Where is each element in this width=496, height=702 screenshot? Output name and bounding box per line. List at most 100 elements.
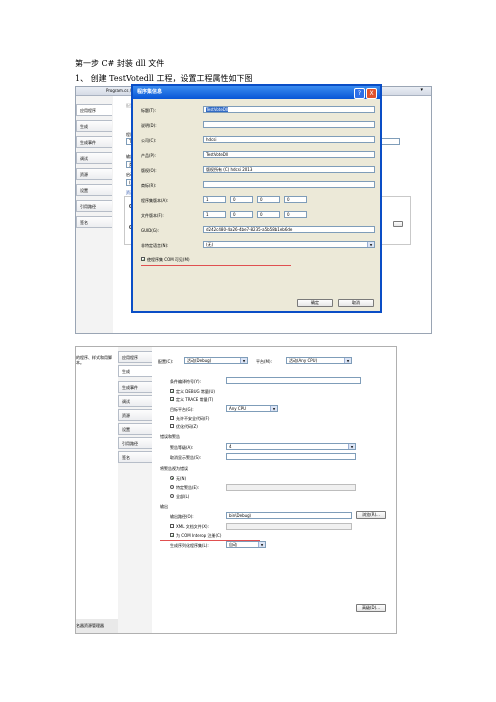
treat-warnings-section: 将警告视为错误	[160, 466, 188, 471]
xml-doc-label: XML 文档文件(X):	[176, 524, 209, 529]
file-version-revision[interactable]: 0	[284, 211, 307, 218]
treat-none-radio[interactable]	[170, 476, 174, 480]
sidebar-tab-resources[interactable]: 资源	[118, 409, 152, 421]
conditional-symbols-label: 条件编译符号(Y):	[170, 379, 201, 384]
sidebar-tab-settings[interactable]: 设置	[76, 184, 112, 196]
chevron-down-icon: ▼	[258, 542, 265, 547]
sidebar-tab-settings[interactable]: 设置	[118, 423, 152, 435]
properties-side-tabs: 应用程序 生成 生成事件 调试 资源 设置 引用路径 签名	[118, 347, 152, 633]
file-version-minor[interactable]: 0	[230, 211, 253, 218]
product-input[interactable]: TestVoteDll	[203, 151, 375, 158]
unsafe-code-checkbox[interactable]	[170, 416, 174, 420]
suppress-warnings-input[interactable]	[226, 453, 356, 460]
treat-specific-radio[interactable]	[170, 485, 174, 489]
icon-browse-button[interactable]	[393, 221, 403, 227]
assembly-version-minor[interactable]: 0	[230, 196, 253, 203]
platform-label: 平台(M):	[256, 359, 272, 364]
sidebar-tab-application[interactable]: 应用程序	[76, 104, 112, 116]
specific-warnings-input	[226, 484, 356, 491]
assembly-version-major[interactable]: 1	[203, 196, 226, 203]
serialization-label: 生成序列化程序集(L):	[170, 543, 209, 548]
neutral-language-select[interactable]: (无) ▼	[203, 241, 375, 248]
optimize-code-label: 优化代码(Z)	[176, 424, 198, 429]
treat-specific-label: 特定警告(E):	[176, 485, 199, 490]
field-label-title: 标题(T):	[141, 108, 156, 113]
assembly-version-build[interactable]: 0	[257, 196, 280, 203]
sidebar-tab-application[interactable]: 应用程序	[118, 351, 152, 363]
assembly-version-revision[interactable]: 0	[284, 196, 307, 203]
browse-button[interactable]: 浏览(R)...	[356, 511, 386, 519]
highlight-underline	[141, 265, 291, 266]
trademark-input[interactable]	[203, 181, 375, 188]
sidebar-tab-build-events[interactable]: 生成事件	[76, 136, 112, 148]
sidebar-tab-debug[interactable]: 调试	[76, 152, 112, 164]
file-version-build[interactable]: 0	[257, 211, 280, 218]
left-panel-text: 的程序、样式和用脚本。	[76, 355, 112, 365]
doc-title: 第一步 C# 封装 dll 文件	[75, 59, 165, 68]
com-visible-label: 使程序集 COM 可见(M)	[147, 257, 190, 262]
target-platform-label: 目标平台(G):	[170, 407, 194, 412]
advanced-button[interactable]: 高级(D)...	[356, 604, 386, 612]
sidebar-tab-build[interactable]: 生成	[118, 365, 152, 377]
errors-warnings-section: 错误和警告	[160, 434, 180, 439]
conditional-symbols-input[interactable]	[226, 377, 361, 384]
output-path-label: 输出路径(O):	[170, 514, 194, 519]
file-version-label: 文件版本(F):	[141, 213, 164, 218]
config-label: 配置(C):	[158, 359, 174, 364]
com-interop-label: 为 COM Interop 注册(C)	[176, 533, 222, 538]
chevron-down-icon: ▼	[270, 406, 277, 411]
sidebar-tab-debug[interactable]: 调试	[118, 395, 152, 407]
chevron-down-icon: ▼	[240, 358, 247, 363]
company-input[interactable]: hdcsi	[203, 136, 375, 143]
tab-dropdown-icon[interactable]: ▾	[420, 87, 423, 93]
optimize-code-checkbox[interactable]	[170, 424, 174, 428]
file-version-major[interactable]: 1	[203, 211, 226, 218]
config-select[interactable]: 活动(Debug) ▼	[184, 357, 248, 364]
chevron-down-icon: ▼	[348, 444, 355, 449]
description-input[interactable]	[203, 121, 375, 128]
define-debug-checkbox[interactable]: ✓	[170, 389, 174, 394]
guid-label: GUID(G):	[141, 228, 159, 233]
warning-level-label: 警告等级(A):	[170, 445, 194, 450]
neutral-language-label: 非特定语言(N):	[141, 243, 169, 248]
field-label-company: 公司(C):	[141, 138, 157, 143]
define-trace-label: 定义 TRACE 常量(T)	[176, 397, 214, 402]
serialization-select[interactable]: 自动 ▼	[226, 541, 266, 548]
field-label-copyright: 版权(O):	[141, 168, 157, 173]
sidebar-tab-resources[interactable]: 资源	[76, 168, 112, 180]
com-interop-checkbox[interactable]: ✓	[170, 533, 174, 538]
define-debug-label: 定义 DEBUG 常量(U)	[176, 389, 215, 394]
ok-button[interactable]: 确定	[297, 299, 333, 307]
com-visible-checkbox[interactable]: ✓	[141, 257, 145, 262]
cancel-button[interactable]: 取消	[338, 299, 374, 307]
platform-select[interactable]: 活动(Any CPU) ▼	[286, 357, 352, 364]
sidebar-tab-signing[interactable]: 签名	[76, 216, 112, 228]
treat-all-label: 全部(L)	[176, 494, 190, 499]
footer-panel-label: 名器资源管理器	[76, 619, 118, 633]
output-section: 输出	[160, 504, 168, 509]
help-icon[interactable]: ?	[354, 88, 365, 99]
sidebar-tab-reference-paths[interactable]: 引用路径	[76, 200, 112, 212]
properties-side-tabs: 应用程序 生成 生成事件 调试 资源 设置 引用路径 签名	[76, 96, 113, 333]
target-platform-select[interactable]: Any CPU ▼	[226, 405, 278, 412]
sidebar-tab-build-events[interactable]: 生成事件	[118, 381, 152, 393]
treat-all-radio[interactable]	[170, 494, 174, 498]
field-label-trademark: 商标(R):	[141, 183, 157, 188]
chevron-down-icon: ▼	[367, 242, 374, 247]
sidebar-tab-build[interactable]: 生成	[76, 120, 112, 132]
output-path-input[interactable]: bin\Debug\	[226, 512, 352, 519]
assembly-version-label: 程序集版本(A):	[141, 198, 169, 203]
assembly-info-dialog: 程序集信息 ? X 标题(T): TestVoteDll 说明(D): 公司(C…	[131, 84, 382, 313]
sidebar-tab-signing[interactable]: 签名	[118, 451, 152, 463]
unsafe-code-label: 允许不安全代码(F)	[176, 416, 210, 421]
define-trace-checkbox[interactable]: ✓	[170, 397, 174, 402]
copyright-input[interactable]: 版权所有 (C) hdcsi 2013	[203, 166, 375, 173]
xml-doc-checkbox[interactable]	[170, 524, 174, 528]
guid-input[interactable]: d242c480-4a26-4be7-8235-a5b58b1eb6de	[203, 226, 375, 233]
suppress-warnings-label: 取消显示警告(S):	[170, 455, 202, 460]
close-icon[interactable]: X	[366, 88, 377, 99]
warning-level-select[interactable]: 4 ▼	[226, 443, 356, 450]
sidebar-tab-reference-paths[interactable]: 引用路径	[118, 437, 152, 449]
title-input[interactable]: TestVoteDll	[203, 106, 375, 113]
field-label-description: 说明(D):	[141, 123, 157, 128]
